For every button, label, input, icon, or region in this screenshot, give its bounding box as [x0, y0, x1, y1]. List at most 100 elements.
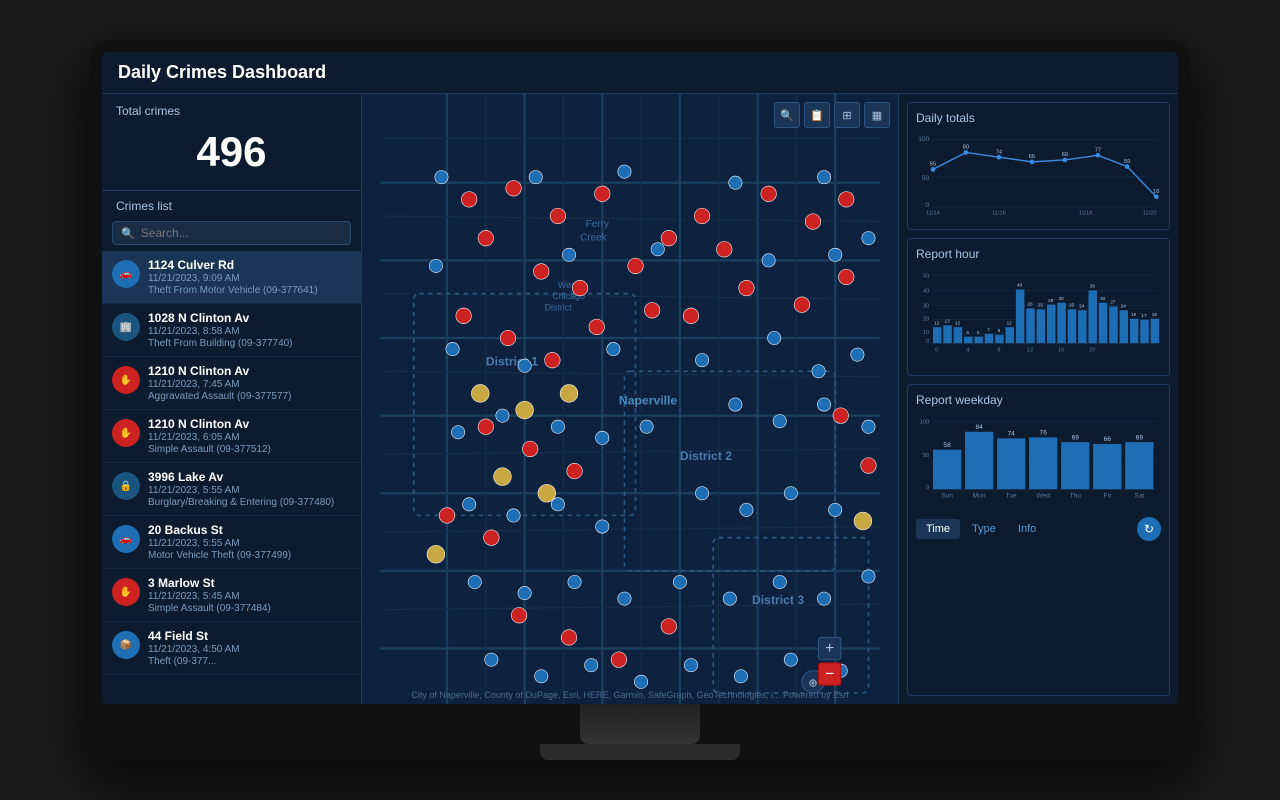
crime-address: 44 Field St: [148, 629, 351, 643]
svg-text:17: 17: [1141, 313, 1147, 318]
daily-totals-chart: 100 50 0: [916, 131, 1161, 221]
refresh-button[interactable]: ↻: [1137, 517, 1161, 541]
crime-date: 11/21/2023, 5:55 AM: [148, 538, 351, 549]
svg-text:8: 8: [997, 348, 1000, 354]
crime-type: Simple Assault (09-377512): [148, 444, 351, 455]
map-tool-tiles[interactable]: ▦: [864, 102, 890, 128]
total-crimes-section: Total crimes 496: [102, 94, 361, 191]
crimes-list: 🚗 1124 Culver Rd 11/21/2023, 9:09 AM The…: [102, 251, 361, 704]
list-item[interactable]: 📦 44 Field St 11/21/2023, 4:50 AM Theft …: [102, 622, 361, 675]
svg-text:District: District: [545, 302, 573, 312]
svg-text:50: 50: [923, 453, 929, 459]
svg-text:30: 30: [1058, 296, 1064, 301]
svg-text:0: 0: [926, 339, 929, 345]
svg-text:District 2: District 2: [680, 449, 732, 463]
svg-text:0: 0: [935, 348, 938, 354]
map-attribution: City of Naperville, County of DuPage, Es…: [362, 688, 898, 702]
svg-text:84: 84: [975, 424, 983, 431]
svg-text:Creek: Creek: [580, 232, 607, 243]
crime-date: 11/21/2023, 5:55 AM: [148, 485, 351, 496]
svg-text:10: 10: [923, 330, 929, 336]
svg-text:7: 7: [987, 327, 990, 332]
svg-text:11/18: 11/18: [1079, 211, 1093, 217]
crime-icon: ✋: [112, 578, 140, 606]
crime-icon: ✋: [112, 419, 140, 447]
svg-text:18: 18: [1131, 312, 1137, 317]
list-item[interactable]: 🔒 3996 Lake Av 11/21/2023, 5:55 AM Burgl…: [102, 463, 361, 516]
svg-text:39: 39: [1090, 284, 1096, 289]
map-toolbar: 🔍 📋 ⊞ ▦: [774, 102, 890, 128]
map-area[interactable]: 🔍 📋 ⊞ ▦: [362, 94, 898, 704]
svg-text:69: 69: [1072, 434, 1080, 441]
report-weekday-section: Report weekday 100 50 0: [907, 384, 1170, 696]
svg-text:Sun: Sun: [941, 493, 953, 500]
svg-text:12: 12: [1007, 320, 1013, 325]
list-item[interactable]: ✋ 1210 N Clinton Av 11/21/2023, 6:05 AM …: [102, 410, 361, 463]
tab-bar: Time Type Info ↻: [916, 513, 1161, 541]
svg-text:74: 74: [1008, 431, 1016, 438]
svg-text:16: 16: [1153, 189, 1159, 195]
crime-address: 3996 Lake Av: [148, 470, 351, 484]
crime-date: 11/21/2023, 4:50 AM: [148, 644, 351, 655]
map-tool-list[interactable]: 📋: [804, 102, 830, 128]
svg-text:12: 12: [955, 320, 961, 325]
map-tool-search[interactable]: 🔍: [774, 102, 800, 128]
title-bar: Daily Crimes Dashboard: [102, 52, 1178, 94]
svg-text:−: −: [825, 665, 834, 682]
tab-info[interactable]: Info: [1008, 519, 1046, 539]
crime-date: 11/21/2023, 9:09 AM: [148, 273, 351, 284]
crime-type: Burglary/Breaking & Entering (09-377480): [148, 497, 351, 508]
svg-text:Wed: Wed: [1037, 493, 1051, 500]
svg-text:Thu: Thu: [1070, 493, 1082, 500]
svg-text:16: 16: [1058, 348, 1064, 354]
map-tool-grid[interactable]: ⊞: [834, 102, 860, 128]
crime-icon: 📦: [112, 631, 140, 659]
svg-text:59: 59: [1124, 159, 1130, 165]
svg-text:50: 50: [923, 273, 929, 279]
crime-address: 1028 N Clinton Av: [148, 311, 351, 325]
list-item[interactable]: ✋ 1210 N Clinton Av 11/21/2023, 7:45 AM …: [102, 357, 361, 410]
daily-totals-section: Daily totals 100 50 0: [907, 102, 1170, 230]
crime-date: 11/21/2023, 7:45 AM: [148, 379, 351, 390]
svg-text:100: 100: [920, 419, 929, 425]
crime-address: 1210 N Clinton Av: [148, 364, 351, 378]
crime-date: 11/21/2023, 8:58 AM: [148, 326, 351, 337]
svg-text:25: 25: [1038, 302, 1044, 307]
svg-text:50: 50: [922, 175, 930, 182]
crimes-list-header: Crimes list: [102, 191, 361, 217]
svg-text:District 3: District 3: [752, 593, 804, 607]
svg-text:40: 40: [923, 288, 929, 294]
svg-text:74: 74: [996, 149, 1002, 155]
list-item[interactable]: 🚗 20 Backus St 11/21/2023, 5:55 AM Motor…: [102, 516, 361, 569]
svg-text:55: 55: [930, 162, 936, 168]
svg-text:40: 40: [1017, 283, 1023, 288]
svg-text:30: 30: [1100, 296, 1106, 301]
list-item[interactable]: 🚗 1124 Culver Rd 11/21/2023, 9:09 AM The…: [102, 251, 361, 304]
svg-text:26: 26: [1027, 302, 1033, 307]
total-crimes-label: Total crimes: [116, 104, 347, 118]
svg-text:12: 12: [1027, 348, 1033, 354]
svg-text:Fri: Fri: [1103, 493, 1111, 500]
svg-text:69: 69: [1062, 152, 1068, 158]
svg-text:25: 25: [1069, 302, 1075, 307]
crime-icon: 🚗: [112, 525, 140, 553]
svg-text:Naperville: Naperville: [619, 394, 677, 408]
svg-text:27: 27: [1110, 300, 1116, 305]
svg-text:20: 20: [923, 317, 929, 323]
daily-totals-title: Daily totals: [916, 111, 1161, 125]
list-item[interactable]: 🏢 1028 N Clinton Av 11/21/2023, 8:58 AM …: [102, 304, 361, 357]
list-item[interactable]: ✋ 3 Marlow St 11/21/2023, 5:45 AM Simple…: [102, 569, 361, 622]
svg-text:30: 30: [923, 303, 929, 309]
left-panel: Total crimes 496 Crimes list 🔍 🚗: [102, 94, 362, 704]
tab-time[interactable]: Time: [916, 519, 960, 539]
svg-text:76: 76: [1040, 430, 1048, 437]
search-input[interactable]: [141, 226, 342, 240]
svg-text:29: 29: [1048, 298, 1054, 303]
svg-text:Tue: Tue: [1006, 493, 1017, 500]
tab-type[interactable]: Type: [962, 519, 1006, 539]
crime-type: Theft From Building (09-377740): [148, 338, 351, 349]
search-bar[interactable]: 🔍: [112, 221, 351, 245]
crime-icon: 🔒: [112, 472, 140, 500]
svg-text:Mon: Mon: [973, 493, 986, 500]
svg-text:24: 24: [1121, 303, 1127, 308]
